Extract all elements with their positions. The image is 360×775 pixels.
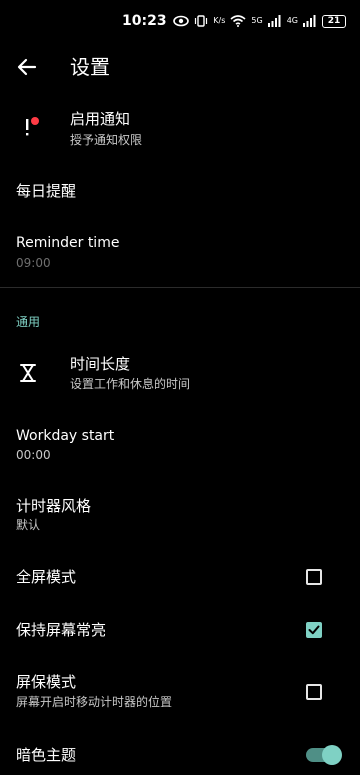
screensaver-checkbox[interactable] — [306, 684, 322, 700]
time-length-title: 时间长度 — [70, 355, 131, 373]
notifications-subtitle: 授予通知权限 — [70, 133, 143, 147]
fullscreen-title: 全屏模式 — [16, 568, 77, 586]
setting-time-length[interactable]: 时间长度 设置工作和休息的时间 — [0, 344, 360, 400]
setting-daily-reminder[interactable]: 每日提醒 — [0, 172, 360, 212]
fullscreen-checkbox[interactable] — [306, 569, 322, 585]
vibrate-icon — [194, 12, 208, 30]
hourglass-icon — [18, 363, 38, 383]
screensaver-title: 屏保模式 — [16, 673, 77, 691]
setting-keep-screen-on[interactable]: 保持屏幕常亮 — [0, 610, 360, 650]
wifi-icon — [230, 12, 246, 30]
setting-fullscreen[interactable]: 全屏模式 — [0, 557, 360, 597]
app-bar: 设置 — [0, 42, 360, 92]
status-bar: 10:23 K/s 5G 4G 21 — [0, 0, 360, 42]
page-title: 设置 — [70, 55, 110, 79]
notifications-title: 启用通知 — [70, 110, 131, 128]
keep-screen-on-title: 保持屏幕常亮 — [16, 621, 107, 639]
signal-icon-2 — [303, 12, 317, 30]
status-icons: K/s 5G 4G 21 — [173, 12, 346, 30]
setting-enable-notifications[interactable]: 启用通知 授予通知权限 — [0, 100, 360, 162]
workday-start-value: 00:00 — [16, 448, 51, 462]
section-header-general: 通用 — [16, 315, 41, 329]
timer-style-title: 计时器风格 — [16, 497, 92, 515]
back-arrow-icon[interactable] — [14, 54, 40, 80]
setting-dark-theme[interactable]: 暗色主题 — [0, 735, 360, 775]
setting-workday-start[interactable]: Workday start 00:00 — [0, 418, 360, 468]
switch-thumb — [322, 745, 342, 765]
reminder-time-title: Reminder time — [16, 235, 120, 251]
battery-icon: 21 — [322, 14, 346, 28]
status-time: 10:23 — [122, 13, 167, 29]
eye-icon — [173, 12, 190, 30]
timer-style-value: 默认 — [16, 518, 41, 532]
setting-screensaver[interactable]: 屏保模式 屏幕开启时移动计时器的位置 — [0, 664, 360, 716]
daily-reminder-title: 每日提醒 — [16, 182, 77, 200]
dark-theme-title: 暗色主题 — [16, 746, 77, 764]
setting-timer-style[interactable]: 计时器风格 默认 — [0, 488, 360, 540]
screensaver-subtitle: 屏幕开启时移动计时器的位置 — [16, 695, 173, 709]
checkmark-icon — [308, 625, 320, 635]
network-4g-label: 4G — [286, 16, 298, 25]
setting-reminder-time[interactable]: Reminder time 09:00 — [0, 226, 360, 276]
network-5g-label: 5G — [251, 16, 263, 25]
keep-screen-on-checkbox[interactable] — [306, 622, 322, 638]
signal-icon — [267, 12, 282, 30]
section-divider — [0, 287, 360, 288]
workday-start-title: Workday start — [16, 428, 115, 444]
dark-theme-switch[interactable] — [306, 745, 342, 765]
network-speed: K/s — [213, 16, 226, 25]
reminder-time-value: 09:00 — [16, 256, 51, 270]
time-length-subtitle: 设置工作和休息的时间 — [70, 377, 191, 391]
notification-alert-icon — [22, 113, 44, 141]
